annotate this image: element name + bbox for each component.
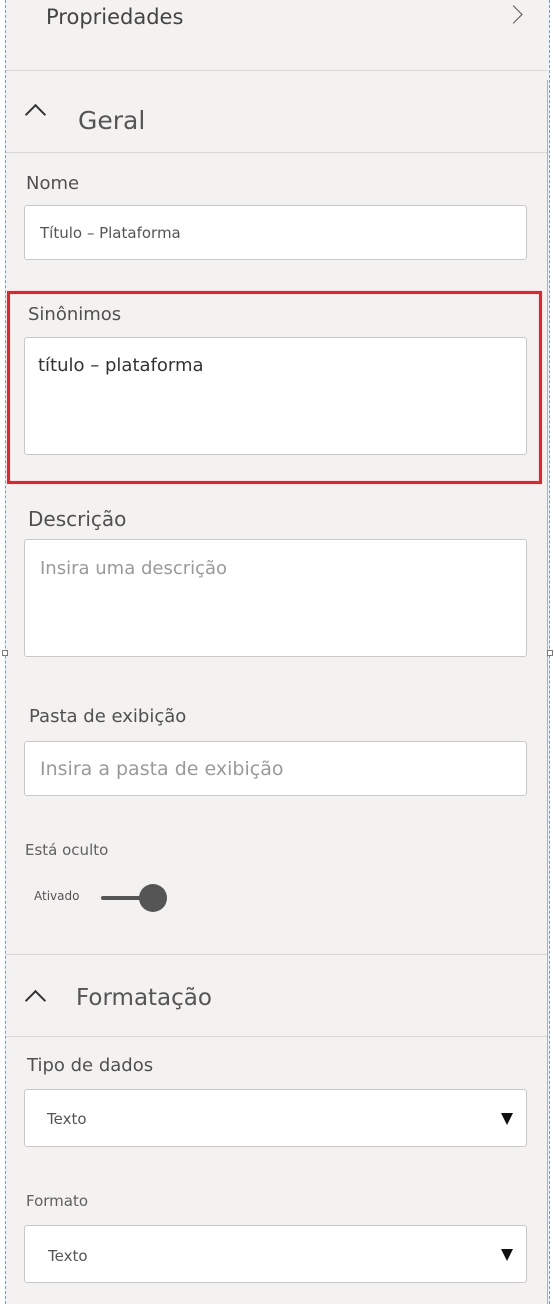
nome-label: Nome [26, 173, 80, 194]
descricao-field[interactable]: Insira uma descrição [24, 539, 527, 657]
oculto-label: Está oculto [25, 841, 109, 859]
caret-down-icon[interactable] [501, 1249, 513, 1261]
pasta-field[interactable]: Insira a pasta de exibição [24, 741, 527, 796]
sinonimos-value: título – plataforma [38, 355, 204, 376]
nome-value: Título – Plataforma [40, 224, 181, 242]
toggle-knob[interactable] [139, 884, 167, 912]
descricao-label: Descrição [28, 507, 127, 531]
header-divider [6, 70, 547, 71]
nome-field[interactable]: Título – Plataforma [24, 205, 527, 260]
formato-label: Formato [26, 1192, 89, 1210]
sinonimos-label: Sinônimos [28, 304, 122, 325]
panel-edge [547, 80, 548, 1304]
sinonimos-field[interactable]: título – plataforma [24, 337, 527, 455]
caret-down-icon[interactable] [501, 1113, 513, 1125]
tipo-dados-label: Tipo de dados [27, 1055, 154, 1076]
tipo-dados-dropdown[interactable]: Texto [24, 1089, 527, 1147]
section-divider [6, 954, 547, 955]
resize-handle-right[interactable] [547, 650, 553, 656]
section-title-formatacao[interactable]: Formatação [76, 985, 212, 1011]
oculto-state-label: Ativado [34, 889, 80, 903]
descricao-placeholder: Insira uma descrição [40, 558, 228, 579]
pasta-label: Pasta de exibição [29, 706, 187, 727]
formato-value: Texto [48, 1247, 88, 1265]
section-title-geral[interactable]: Geral [78, 106, 145, 135]
section-divider [6, 1036, 547, 1037]
tipo-dados-value: Texto [47, 1110, 87, 1128]
pasta-placeholder: Insira a pasta de exibição [40, 758, 284, 780]
panel-title: Propriedades [46, 5, 184, 29]
formato-dropdown[interactable]: Texto [24, 1225, 527, 1283]
section-divider [6, 152, 547, 153]
resize-handle-left[interactable] [2, 650, 8, 656]
